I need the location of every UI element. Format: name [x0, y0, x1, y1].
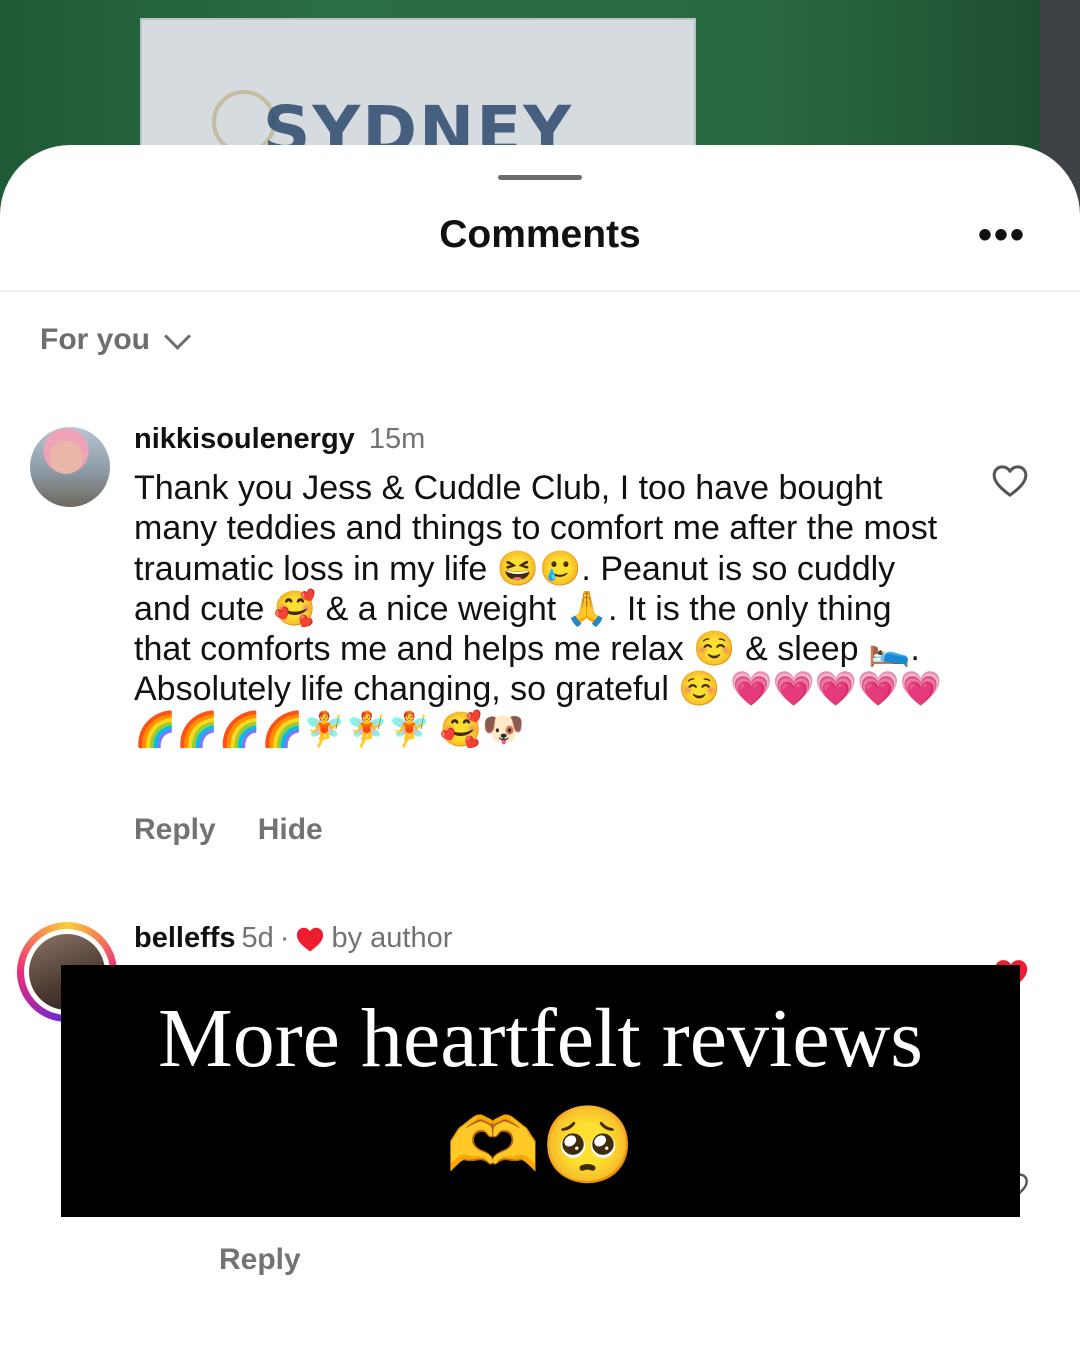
comment-actions: Reply Hide [134, 813, 323, 847]
sheet-title: Comments [439, 213, 641, 256]
comment-username[interactable]: belleffs [134, 922, 236, 955]
overlay-banner: More heartfelt reviews 🫶🥺 [61, 965, 1020, 1217]
header-divider [0, 290, 1080, 292]
comment-header: nikkisoulenergy 15m [134, 423, 425, 456]
overlay-title: More heartfelt reviews [158, 992, 923, 1085]
avatar[interactable] [30, 427, 110, 507]
sheet-grabber[interactable] [498, 175, 582, 180]
meta-separator: · [279, 922, 290, 954]
filter-label: For you [40, 323, 150, 356]
author-heart-icon [297, 927, 324, 951]
overlay-emoji: 🫶🥺 [445, 1103, 636, 1188]
reply-button[interactable]: Reply [134, 813, 216, 847]
comment-username[interactable]: nikkisoulenergy [134, 423, 355, 455]
chevron-down-icon [164, 322, 191, 350]
comment-text: Thank you Jess & Cuddle Club, I too have… [134, 469, 942, 749]
like-heart-icon[interactable] [990, 461, 1030, 501]
liked-by-author-label: by author [331, 922, 453, 954]
reply-button[interactable]: Reply [219, 1243, 301, 1277]
sort-filter[interactable]: For you [40, 322, 191, 357]
comment-header: belleffs 5d · by author [134, 922, 452, 955]
comment-time: 15m [368, 423, 426, 455]
more-options-icon[interactable]: ••• [978, 215, 1026, 255]
hide-button[interactable]: Hide [258, 813, 323, 847]
comment-time: 5d [241, 922, 274, 954]
